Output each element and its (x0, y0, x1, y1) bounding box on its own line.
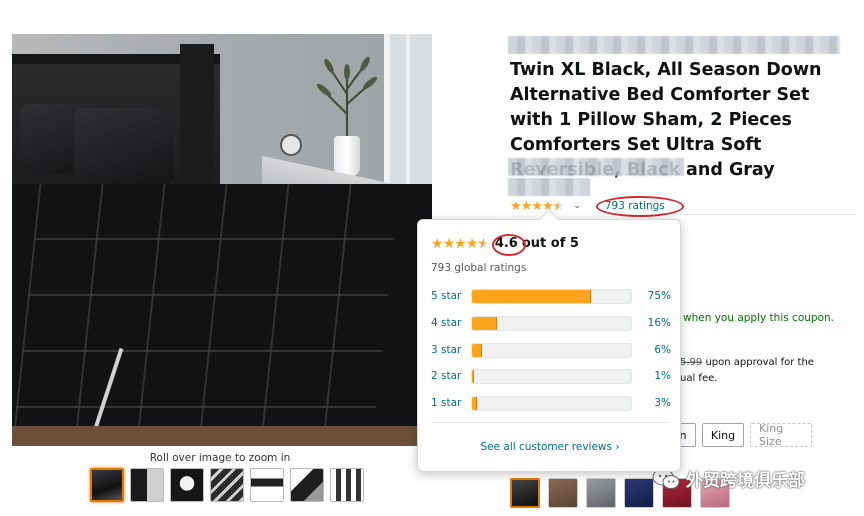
histogram-label[interactable]: 1 star (431, 397, 471, 409)
color-swatch-navy[interactable] (624, 478, 654, 508)
chevron-down-icon[interactable]: ⌄ (573, 201, 581, 211)
histogram-label[interactable]: 4 star (431, 317, 471, 329)
section-divider (680, 214, 856, 215)
color-swatch-brown[interactable] (548, 478, 578, 508)
histogram-label[interactable]: 3 star (431, 344, 471, 356)
image-floor (12, 426, 432, 446)
histogram-percent[interactable]: 6% (641, 344, 671, 356)
image-plant-pot (334, 136, 360, 176)
image-plant (316, 56, 378, 144)
histogram-bar[interactable] (471, 395, 632, 411)
blurred-brand-line (508, 36, 840, 54)
approval-text-2: ual fee. (680, 373, 718, 384)
image-pillow (74, 108, 174, 184)
thumbnail-2[interactable] (130, 468, 164, 502)
size-option-king-size[interactable]: King Size (750, 422, 812, 448)
histogram-row-4[interactable]: 4 star 16% (431, 315, 671, 331)
histogram-fill (472, 369, 474, 383)
annotation-circle-average (492, 234, 526, 256)
color-swatch-black[interactable] (510, 478, 540, 508)
image-clock (280, 134, 302, 156)
thumbnail-6[interactable] (290, 468, 324, 502)
histogram-fill (472, 316, 498, 330)
zoom-hint: Roll over image to zoom in (149, 452, 291, 464)
histogram-bar[interactable] (471, 315, 632, 331)
popover-divider (431, 422, 669, 423)
coupon-text: when you apply this coupon. (683, 312, 834, 324)
blurred-store-line-2 (508, 178, 590, 196)
watermark-text: 外贸跨境俱乐部 (686, 471, 805, 491)
histogram-fill (472, 396, 477, 410)
see-all-reviews-link[interactable]: See all customer reviews › (418, 441, 682, 453)
approval-price: 5.99 (680, 357, 703, 368)
histogram-bar[interactable] (471, 288, 632, 304)
main-product-image[interactable] (12, 34, 432, 446)
thumbnail-strip (90, 468, 364, 502)
popover-star-icons: ★ ★ ★ ★ ★ (431, 237, 490, 251)
histogram-bar[interactable] (471, 342, 632, 358)
histogram-row-3[interactable]: 3 star 6% (431, 342, 671, 358)
out-of-text: out of 5 (521, 236, 579, 251)
thumbnail-4[interactable] (210, 468, 244, 502)
histogram-percent[interactable]: 1% (641, 370, 671, 382)
histogram-label[interactable]: 5 star (431, 290, 471, 302)
histogram-bar[interactable] (471, 368, 632, 384)
image-comforter-stitching (12, 184, 400, 446)
global-ratings: 793 global ratings (431, 262, 527, 274)
histogram-fill (472, 343, 482, 357)
histogram-row-5[interactable]: 5 star 75% (431, 288, 671, 304)
annotation-circle-ratings (596, 196, 684, 217)
histogram-label[interactable]: 2 star (431, 370, 471, 382)
color-swatch-gray[interactable] (586, 478, 616, 508)
thumbnail-3[interactable] (170, 468, 204, 502)
thumbnail-1[interactable] (90, 468, 124, 502)
histogram-row-1[interactable]: 1 star 3% (431, 395, 671, 411)
size-option-king[interactable]: King (702, 423, 744, 447)
histogram-fill (472, 289, 592, 303)
star-rating-icon[interactable]: ★ ★ ★ ★ ★ (510, 200, 564, 213)
rating-popover: ★★★★★ 4.6 out of 5 793 global ratings 5 … (417, 209, 682, 472)
histogram-percent[interactable]: 75% (641, 290, 671, 302)
thumbnail-7[interactable] (330, 468, 364, 502)
approval-offer-text: 5.99 upon approval for the ual fee. (680, 355, 814, 387)
histogram-percent[interactable]: 16% (641, 317, 671, 329)
histogram-row-2[interactable]: 2 star 1% (431, 368, 671, 384)
approval-text: upon approval for the (702, 357, 814, 368)
thumbnail-5[interactable] (250, 468, 284, 502)
blurred-store-line (508, 158, 684, 176)
histogram-percent[interactable]: 3% (641, 397, 671, 409)
